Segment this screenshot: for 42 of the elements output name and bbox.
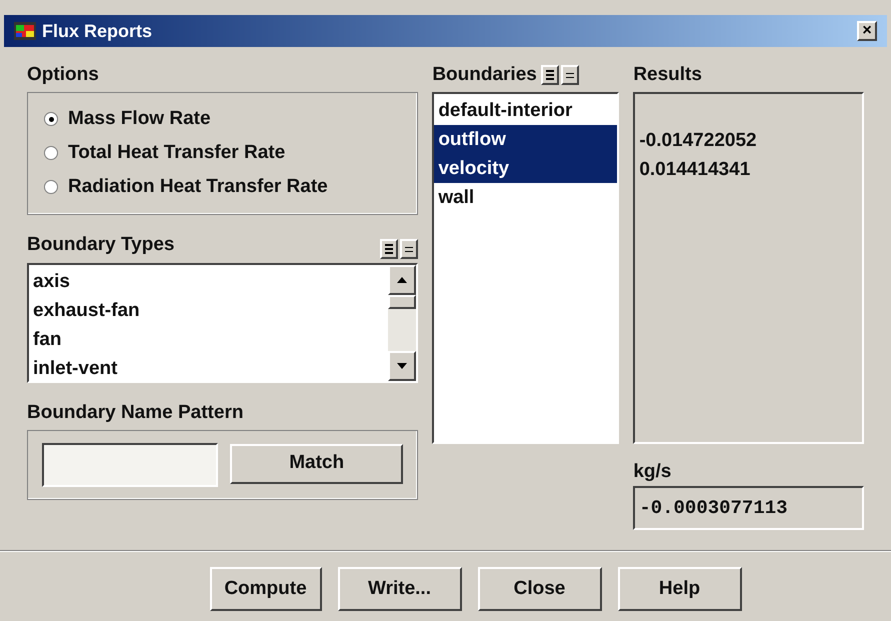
dialog-button[interactable]: Close bbox=[478, 567, 602, 611]
list-item[interactable]: velocity bbox=[434, 154, 618, 182]
scroll-up-button[interactable] bbox=[388, 265, 416, 295]
name-pattern-label: Boundary Name Pattern bbox=[27, 401, 244, 425]
up-arrow-icon bbox=[397, 277, 408, 283]
pattern-input-field[interactable] bbox=[42, 442, 218, 486]
dialog-button[interactable]: Write... bbox=[338, 567, 462, 611]
boundaries-label: Boundaries bbox=[432, 63, 537, 87]
radio-option[interactable]: Total Heat Transfer Rate bbox=[44, 136, 402, 170]
scroll-down-button[interactable] bbox=[388, 351, 416, 381]
radio-button[interactable] bbox=[44, 112, 58, 126]
dialog-button[interactable]: Compute bbox=[210, 567, 322, 611]
app-icon bbox=[14, 22, 36, 40]
radio-option[interactable]: Mass Flow Rate bbox=[44, 102, 402, 136]
list-item[interactable]: exhaust-fan bbox=[33, 296, 388, 325]
match-button[interactable]: Match bbox=[230, 444, 404, 484]
list-item[interactable]: default-interior bbox=[434, 96, 618, 124]
scroll-thumb[interactable] bbox=[388, 295, 416, 309]
select-all-button[interactable] bbox=[540, 65, 559, 86]
scrollbar[interactable] bbox=[388, 265, 416, 381]
options-label: Options bbox=[27, 63, 100, 87]
down-arrow-icon bbox=[397, 363, 408, 369]
total-field: -0.0003077113 bbox=[633, 486, 864, 530]
list-item[interactable]: outflow bbox=[434, 124, 618, 154]
deselect-all-button[interactable] bbox=[560, 65, 579, 86]
result-value: 0.014414341 bbox=[639, 158, 752, 182]
unit-label: kg/s bbox=[633, 460, 672, 484]
radio-button[interactable] bbox=[44, 146, 58, 160]
list-item[interactable]: wall bbox=[434, 182, 618, 212]
dialog-button[interactable]: Help bbox=[618, 567, 742, 611]
radio-option[interactable]: Radiation Heat Transfer Rate bbox=[44, 170, 402, 204]
result-value: -0.014722052 bbox=[639, 128, 758, 152]
results-label: Results bbox=[633, 63, 703, 87]
list-item[interactable]: fan bbox=[33, 325, 388, 354]
radio-button[interactable] bbox=[44, 180, 58, 194]
list-item[interactable]: inlet-vent bbox=[33, 354, 388, 383]
boundary-types-label: Boundary Types bbox=[27, 232, 174, 256]
close-button[interactable]: × bbox=[857, 21, 877, 41]
deselect-all-button[interactable] bbox=[400, 239, 418, 259]
list-item[interactable]: axis bbox=[33, 267, 388, 296]
select-all-button[interactable] bbox=[380, 239, 398, 259]
window-title: Flux Reports bbox=[42, 20, 152, 43]
